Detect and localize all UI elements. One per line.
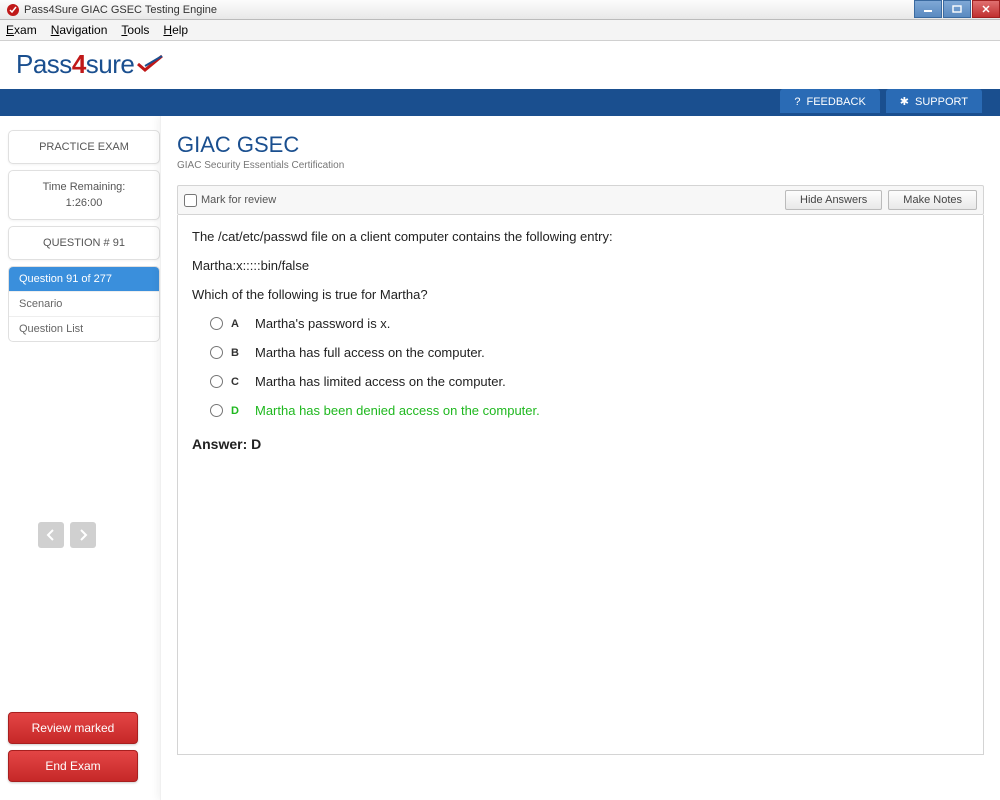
sidebar-item-scenario[interactable]: Scenario — [9, 292, 159, 317]
question-line-1: The /cat/etc/passwd file on a client com… — [192, 229, 969, 244]
logo-bar: Pass4sure — [0, 41, 1000, 89]
nav-arrows — [38, 522, 160, 548]
option-a-radio[interactable] — [210, 317, 223, 330]
window-title: Pass4Sure GIAC GSEC Testing Engine — [24, 4, 217, 16]
prev-button[interactable] — [38, 522, 64, 548]
sidebar: PRACTICE EXAM Time Remaining: 1:26:00 QU… — [0, 116, 160, 800]
end-exam-button[interactable]: End Exam — [8, 750, 138, 782]
support-tab[interactable]: ✱ SUPPORT — [886, 89, 982, 113]
next-button[interactable] — [70, 522, 96, 548]
option-c-radio[interactable] — [210, 375, 223, 388]
sidebar-list: Question 91 of 277 Scenario Question Lis… — [8, 266, 160, 342]
window-buttons — [913, 0, 1000, 18]
app-icon — [6, 3, 20, 17]
hide-answers-button[interactable]: Hide Answers — [785, 190, 882, 210]
time-panel: Time Remaining: 1:26:00 — [8, 170, 160, 220]
menu-navigation[interactable]: Navigation — [51, 23, 108, 37]
maximize-button[interactable] — [943, 0, 971, 18]
answer-line: Answer: D — [192, 436, 969, 452]
gear-icon: ✱ — [900, 95, 909, 108]
main-content: GIAC GSEC GIAC Security Essentials Certi… — [160, 116, 1000, 800]
logo: Pass4sure — [16, 49, 164, 82]
mark-review-checkbox[interactable] — [184, 194, 197, 207]
time-value: 1:26:00 — [15, 197, 153, 209]
menu-exam[interactable]: Exam — [6, 23, 37, 37]
make-notes-button[interactable]: Make Notes — [888, 190, 977, 210]
question-num-panel: QUESTION # 91 — [8, 226, 160, 260]
page-title: GIAC GSEC — [177, 132, 984, 158]
question-box: The /cat/etc/passwd file on a client com… — [177, 215, 984, 755]
mark-review-label[interactable]: Mark for review — [184, 194, 276, 207]
logo-check-icon — [136, 50, 164, 81]
sidebar-item-list[interactable]: Question List — [9, 317, 159, 341]
titlebar: Pass4Sure GIAC GSEC Testing Engine — [0, 0, 1000, 20]
question-line-2: Martha:x:::::bin/false — [192, 258, 969, 273]
option-d-radio[interactable] — [210, 404, 223, 417]
option-d[interactable]: D Martha has been denied access on the c… — [210, 403, 969, 418]
option-b[interactable]: B Martha has full access on the computer… — [210, 345, 969, 360]
question-icon: ? — [794, 96, 800, 108]
options: A Martha's password is x. B Martha has f… — [210, 316, 969, 418]
page-subtitle: GIAC Security Essentials Certification — [177, 160, 984, 171]
option-b-radio[interactable] — [210, 346, 223, 359]
feedback-tab[interactable]: ? FEEDBACK — [780, 89, 879, 113]
blue-strip: ? FEEDBACK ✱ SUPPORT — [0, 89, 1000, 116]
close-button[interactable] — [972, 0, 1000, 18]
menu-tools[interactable]: Tools — [121, 23, 149, 37]
option-a[interactable]: A Martha's password is x. — [210, 316, 969, 331]
menu-help[interactable]: Help — [163, 23, 188, 37]
question-line-3: Which of the following is true for Marth… — [192, 287, 969, 302]
practice-panel: PRACTICE EXAM — [8, 130, 160, 164]
question-toolbar: Mark for review Hide Answers Make Notes — [177, 185, 984, 215]
sidebar-item-current[interactable]: Question 91 of 277 — [9, 267, 159, 292]
option-c[interactable]: C Martha has limited access on the compu… — [210, 374, 969, 389]
review-marked-button[interactable]: Review marked — [8, 712, 138, 744]
menubar: Exam Navigation Tools Help — [0, 20, 1000, 41]
minimize-button[interactable] — [914, 0, 942, 18]
